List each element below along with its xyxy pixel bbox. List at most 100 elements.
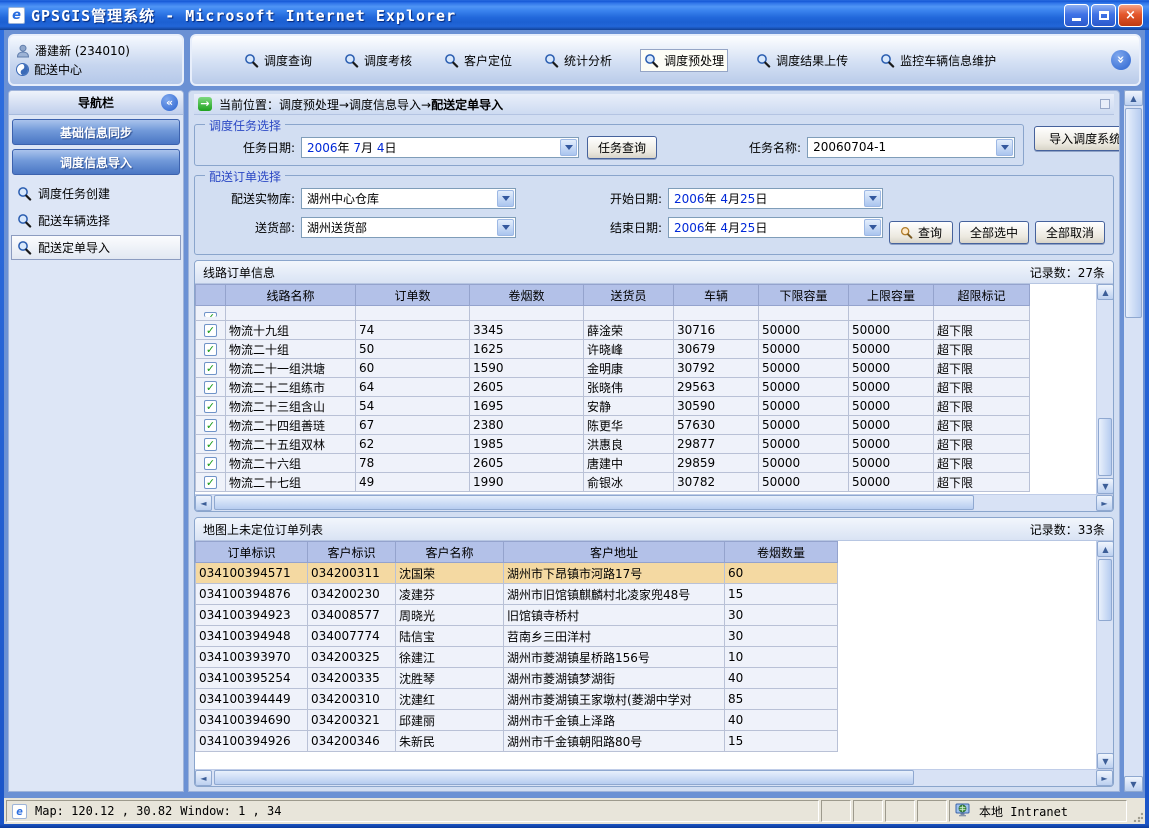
row-checkbox[interactable]: ✓ — [196, 340, 226, 359]
scroll-right-icon[interactable]: ► — [1096, 495, 1113, 511]
table-row[interactable]: ✓物流二十七组491990俞银冰307825000050000超下限 — [196, 473, 1030, 492]
scroll-up-icon[interactable]: ▲ — [1097, 541, 1113, 557]
column-header[interactable]: 订单数 — [356, 285, 470, 306]
chevron-down-icon[interactable] — [864, 190, 881, 207]
table-row[interactable]: ✓物流二十五组双林621985洪惠良298775000050000超下限 — [196, 435, 1030, 454]
table-row[interactable]: 034100395254034200335沈胜琴湖州市菱湖镇梦湖街40 — [196, 668, 838, 689]
maximize-button[interactable] — [1091, 4, 1116, 27]
table-row[interactable]: 034100394571034200311沈国荣湖州市下昂镇市河路17号60 — [196, 563, 838, 584]
nav-item-dispatch-preprocess[interactable]: 调度预处理 — [640, 49, 728, 72]
vertical-scrollbar[interactable]: ▲ ▼ — [1096, 541, 1113, 769]
minimize-button[interactable] — [1064, 4, 1089, 27]
row-checkbox[interactable]: ✓ — [196, 378, 226, 397]
table-row[interactable]: ✓物流十九组743345薛淦荣307165000050000超下限 — [196, 321, 1030, 340]
table-row[interactable]: ✓物流二十四组善琏672380陈更华576305000050000超下限 — [196, 416, 1030, 435]
scrollbar-thumb[interactable] — [1125, 108, 1142, 318]
column-header[interactable]: 超限标记 — [934, 285, 1030, 306]
select-all-button[interactable]: 全部选中 — [959, 221, 1029, 244]
close-button[interactable]: × — [1118, 4, 1143, 27]
scroll-left-icon[interactable]: ◄ — [195, 770, 212, 786]
end-date-select[interactable]: 2006年 4月25日 — [668, 217, 883, 238]
scrollbar-thumb[interactable] — [214, 770, 914, 785]
scrollbar-thumb[interactable] — [1098, 418, 1112, 476]
chevron-down-icon[interactable] — [996, 139, 1013, 156]
row-checkbox[interactable]: ✓ — [196, 397, 226, 416]
table-row[interactable]: 034100394690034200321邱建丽湖州市千金镇上泽路40 — [196, 710, 838, 731]
table-row[interactable]: ✓物流二十组501625许晓峰306795000050000超下限 — [196, 340, 1030, 359]
column-header[interactable]: 上限容量 — [849, 285, 934, 306]
table-row[interactable]: 034100394449034200310沈建红湖州市菱湖镇王家墩村(菱湖中学对… — [196, 689, 838, 710]
column-header-checkbox[interactable] — [196, 285, 226, 306]
task-date-select[interactable]: 2006年 7月 4日 — [301, 137, 579, 158]
row-checkbox[interactable]: ✓ — [196, 454, 226, 473]
column-header[interactable]: 下限容量 — [759, 285, 849, 306]
table-row[interactable]: ✓物流二十三组含山541695安静305905000050000超下限 — [196, 397, 1030, 416]
vertical-scrollbar[interactable]: ▲ ▼ — [1096, 284, 1113, 494]
nav-item-dispatch-query[interactable]: 调度查询 — [240, 49, 316, 72]
chevron-down-icon[interactable] — [497, 219, 514, 236]
main-row: 导航栏 « 基础信息同步 调度信息导入 调度任务创建 配送车辆选择 — [4, 88, 1145, 798]
column-header[interactable]: 车辆 — [674, 285, 759, 306]
scroll-right-icon[interactable]: ► — [1096, 770, 1113, 786]
column-header[interactable]: 客户标识 — [308, 542, 396, 563]
scrollbar-thumb[interactable] — [1098, 559, 1112, 621]
table-row[interactable]: 034100394948034007774陆信宝苕南乡三田洋村30 — [196, 626, 838, 647]
table-row[interactable]: ✓物流二十六组782605唐建中298595000050000超下限 — [196, 454, 1030, 473]
horizontal-scrollbar[interactable]: ◄ ► — [195, 769, 1113, 786]
column-header[interactable]: 订单标识 — [196, 542, 308, 563]
task-query-button[interactable]: 任务查询 — [587, 136, 657, 159]
resize-grip[interactable] — [1129, 800, 1143, 822]
scroll-down-icon[interactable]: ▼ — [1124, 776, 1143, 792]
chevron-down-icon[interactable] — [497, 190, 514, 207]
scroll-down-icon[interactable]: ▼ — [1097, 753, 1113, 769]
warehouse-select[interactable]: 湖州中心仓库 — [301, 188, 516, 209]
sidebar-group-dispatch-import[interactable]: 调度信息导入 — [12, 149, 180, 175]
collapse-panel-button[interactable] — [1100, 99, 1110, 109]
task-name-select[interactable]: 20060704-1 — [807, 137, 1015, 158]
chevron-down-icon[interactable] — [864, 219, 881, 236]
table-row[interactable]: 034100394926034200346朱新民湖州市千金镇朝阳路80号15 — [196, 731, 838, 752]
column-header[interactable]: 客户地址 — [504, 542, 725, 563]
query-button[interactable]: 查询 — [889, 221, 953, 244]
nav-item-dispatch-assess[interactable]: 调度考核 — [340, 49, 416, 72]
import-dispatch-button[interactable]: 导入调度系统 — [1034, 126, 1120, 151]
column-header[interactable]: 客户名称 — [396, 542, 504, 563]
sidebar-group-base-sync[interactable]: 基础信息同步 — [12, 119, 180, 145]
page-scrollbar[interactable]: ▲ ▼ — [1124, 90, 1143, 792]
start-date-select[interactable]: 2006年 4月25日 — [668, 188, 883, 209]
deselect-all-button[interactable]: 全部取消 — [1035, 221, 1105, 244]
row-checkbox[interactable]: ✓ — [196, 473, 226, 492]
nav-item-result-upload[interactable]: 调度结果上传 — [752, 49, 852, 72]
table-row[interactable]: 034100393970034200325徐建江湖州市菱湖镇星桥路156号10 — [196, 647, 838, 668]
nav-item-statistics[interactable]: 统计分析 — [540, 49, 616, 72]
row-checkbox[interactable]: ✓ — [196, 359, 226, 378]
chevron-down-icon[interactable]: « — [1111, 50, 1131, 70]
column-header[interactable]: 卷烟数 — [470, 285, 584, 306]
table-cell: 超下限 — [934, 416, 1030, 435]
table-row[interactable]: ✓物流二十一组洪塘601590金明康307925000050000超下限 — [196, 359, 1030, 378]
nav-item-customer-locate[interactable]: 客户定位 — [440, 49, 516, 72]
row-checkbox[interactable]: ✓ — [196, 321, 226, 340]
chevron-left-icon[interactable]: « — [161, 94, 178, 111]
scroll-up-icon[interactable]: ▲ — [1097, 284, 1113, 300]
horizontal-scrollbar[interactable]: ◄ ► — [195, 494, 1113, 511]
scroll-up-icon[interactable]: ▲ — [1124, 90, 1143, 106]
sidebar-item-order-import[interactable]: 配送定单导入 — [11, 235, 181, 260]
sidebar-item-vehicle-select[interactable]: 配送车辆选择 — [11, 208, 181, 233]
column-header[interactable]: 线路名称 — [226, 285, 356, 306]
start-date-value: 2006年 4月25日 — [674, 190, 863, 207]
column-header[interactable]: 卷烟数量 — [725, 542, 838, 563]
chevron-down-icon[interactable] — [560, 139, 577, 156]
table-row[interactable]: 034100394923034008577周晓光旧馆镇寺桥村30 — [196, 605, 838, 626]
delivery-dept-select[interactable]: 湖州送货部 — [301, 217, 516, 238]
table-row[interactable]: 034100394876034200230凌建芬湖州市旧馆镇麒麟村北凌家兜48号… — [196, 584, 838, 605]
row-checkbox[interactable]: ✓ — [196, 435, 226, 454]
sidebar-item-task-create[interactable]: 调度任务创建 — [11, 181, 181, 206]
scrollbar-thumb[interactable] — [214, 495, 974, 510]
table-row[interactable]: ✓物流二十二组练市642605张晓伟295635000050000超下限 — [196, 378, 1030, 397]
scroll-left-icon[interactable]: ◄ — [195, 495, 212, 511]
column-header[interactable]: 送货员 — [584, 285, 674, 306]
row-checkbox[interactable]: ✓ — [196, 416, 226, 435]
scroll-down-icon[interactable]: ▼ — [1097, 478, 1113, 494]
nav-item-vehicle-maintain[interactable]: 监控车辆信息维护 — [876, 49, 1000, 72]
